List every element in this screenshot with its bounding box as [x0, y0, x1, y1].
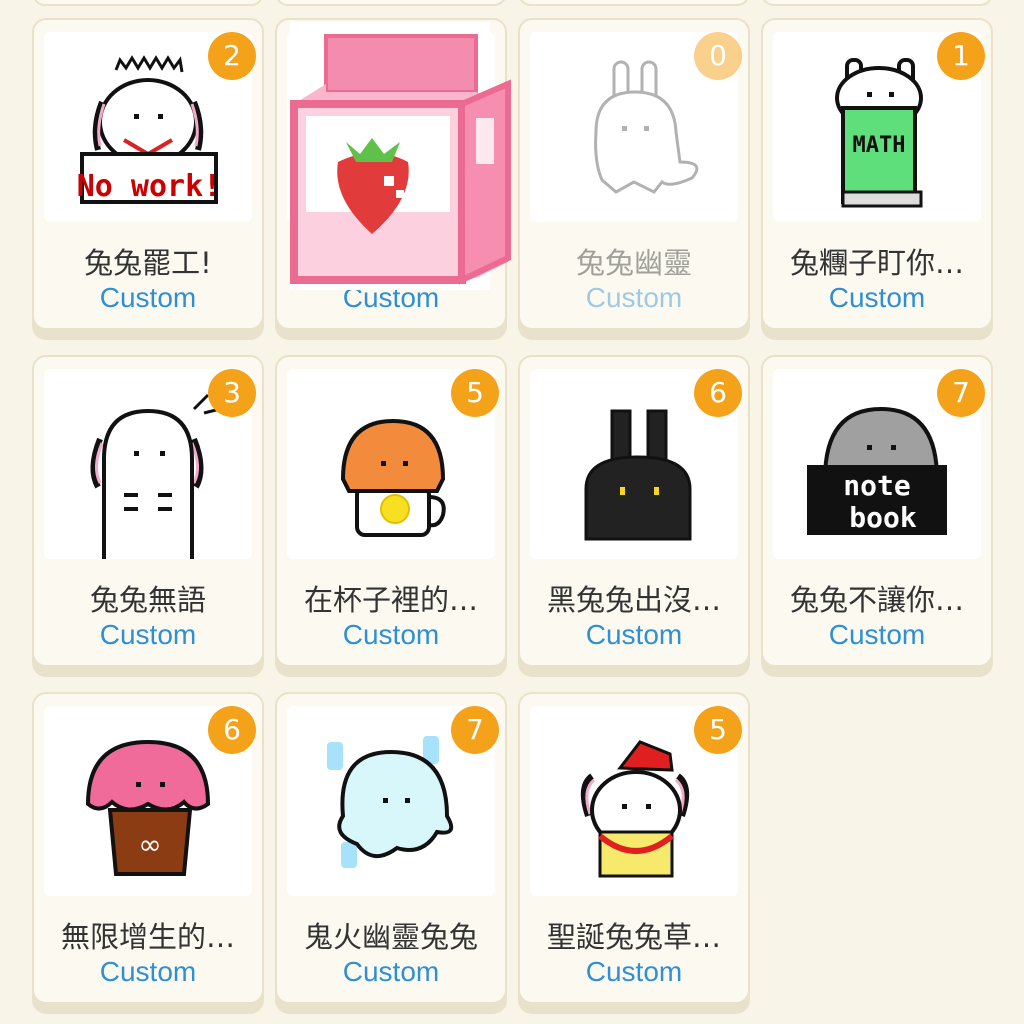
- sticker-title: 兔兔無語: [89, 583, 206, 617]
- custom-link[interactable]: Custom: [34, 282, 262, 314]
- sticker-title: 兔兔幽靈: [575, 246, 692, 280]
- custom-link[interactable]: Custom: [763, 282, 991, 314]
- sticker-card[interactable]: note book 7 兔兔不讓你… Custom: [761, 355, 993, 667]
- sticker-card[interactable]: 6 黑兔兔出沒… Custom: [518, 355, 750, 667]
- no-work-sign-text: No work!: [77, 169, 222, 204]
- custom-link[interactable]: Custom: [520, 619, 748, 651]
- sticker-title: 黑兔兔出沒…: [546, 583, 721, 617]
- notebook-text-1: note: [843, 469, 910, 502]
- sticker-title: 兔兔不讓你…: [789, 583, 964, 617]
- sticker-card[interactable]: No work! 2 兔兔罷工! Custom: [32, 18, 264, 330]
- custom-link[interactable]: Custom: [520, 282, 748, 314]
- count-badge: 1: [937, 32, 985, 80]
- sticker-title: 兔兔罷工!: [84, 246, 212, 280]
- custom-link[interactable]: Custom: [277, 956, 505, 988]
- count-badge: 7: [451, 706, 499, 754]
- count-badge: 6: [208, 706, 256, 754]
- sticker-card[interactable]: ∞ 6 無限增生的… Custom: [32, 692, 264, 1004]
- sticker-title: 鬼火幽靈兔兔: [303, 920, 478, 954]
- count-badge: 6: [694, 369, 742, 417]
- count-badge: 3: [208, 369, 256, 417]
- notebook-text-2: book: [849, 501, 917, 534]
- sticker-title: 聖誕兔兔草…: [546, 920, 721, 954]
- count-badge: 0: [694, 32, 742, 80]
- sticker-card[interactable]: 5 聖誕兔兔草… Custom: [518, 692, 750, 1004]
- sticker-title: 在杯子裡的…: [303, 583, 478, 617]
- card-edge: [32, 0, 264, 6]
- custom-link[interactable]: Custom: [520, 956, 748, 988]
- sticker-card-disabled[interactable]: 0 兔兔幽靈 Custom: [518, 18, 750, 330]
- card-edge: [761, 0, 993, 6]
- count-badge: 7: [937, 369, 985, 417]
- custom-link[interactable]: Custom: [34, 619, 262, 651]
- count-badge: 5: [694, 706, 742, 754]
- count-badge: 5: [451, 369, 499, 417]
- sticker-title: 兔糰子盯你…: [789, 246, 964, 280]
- count-badge: 2: [208, 32, 256, 80]
- math-book-text: MATH: [853, 133, 906, 158]
- svg-text:∞: ∞: [138, 828, 161, 861]
- card-edge: [275, 0, 507, 6]
- sticker-card[interactable]: MATH 1 兔糰子盯你… Custom: [761, 18, 993, 330]
- custom-link[interactable]: Custom: [34, 956, 262, 988]
- sticker-card[interactable]: 7 鬼火幽靈兔兔 Custom: [275, 692, 507, 1004]
- sticker-title: 無限增生的…: [60, 920, 235, 954]
- custom-link[interactable]: Custom: [763, 619, 991, 651]
- sticker-card[interactable]: 5 在杯子裡的… Custom: [275, 355, 507, 667]
- sticker-card[interactable]: 3 兔兔無語 Custom: [32, 355, 264, 667]
- custom-link[interactable]: Custom: [277, 619, 505, 651]
- strawberry-milk-carton-drag-preview[interactable]: [280, 22, 516, 290]
- card-edge: [518, 0, 750, 6]
